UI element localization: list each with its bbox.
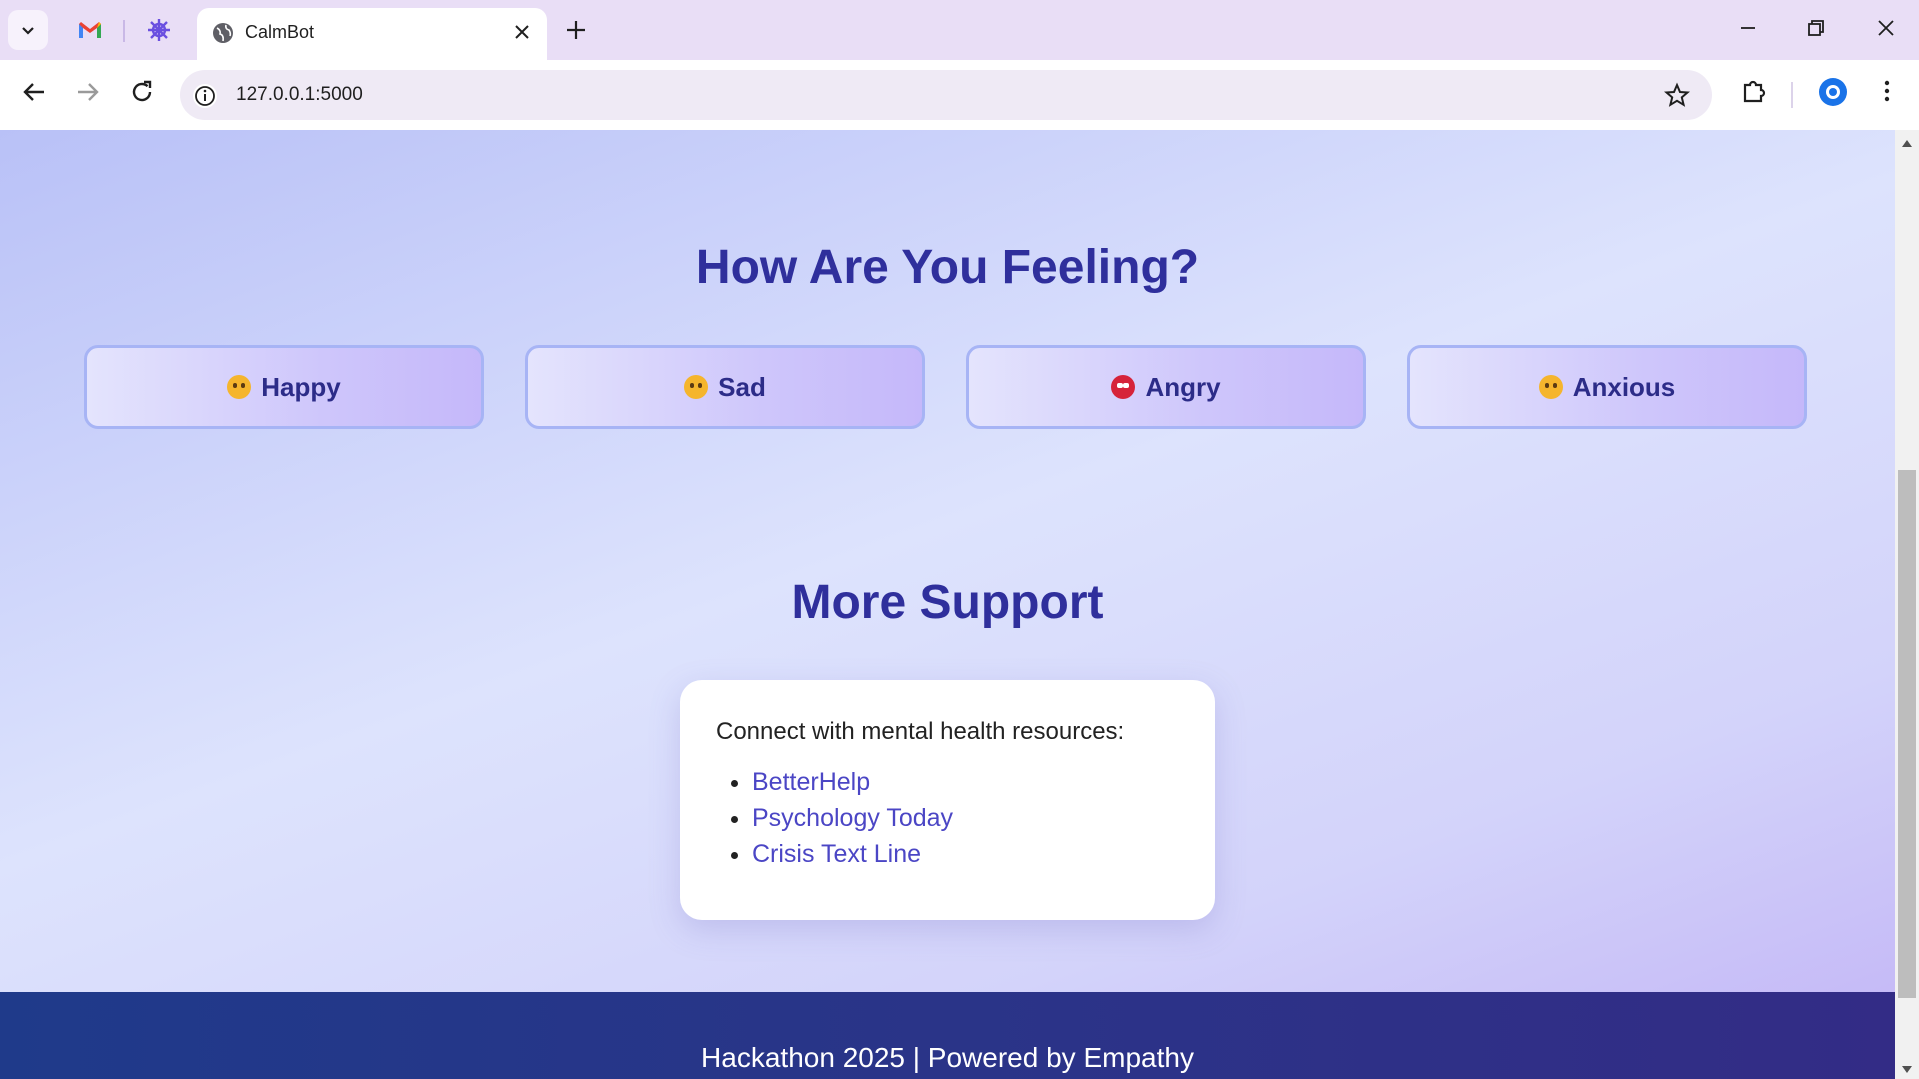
support-intro-text: Connect with mental health resources: xyxy=(716,718,1125,745)
crying-face-icon xyxy=(684,375,709,399)
close-tab-icon[interactable] xyxy=(511,21,533,43)
perplexity-icon xyxy=(148,19,170,41)
scrollbar-thumb[interactable] xyxy=(1898,470,1916,998)
site-info-icon[interactable] xyxy=(192,83,218,109)
url-text[interactable]: 127.0.0.1:5000 xyxy=(236,84,363,106)
new-tab-icon[interactable] xyxy=(562,16,590,44)
page-footer: Hackathon 2025 | Powered by Empathy xyxy=(0,992,1895,1079)
browser-toolbar: 127.0.0.1:5000 xyxy=(0,60,1919,130)
pinned-tab-perplexity[interactable] xyxy=(141,12,177,48)
resource-link-psychology-today[interactable]: Psychology Today xyxy=(752,804,953,832)
reload-icon[interactable] xyxy=(128,78,156,106)
close-window-icon[interactable] xyxy=(1874,16,1898,40)
mood-button-label: Angry xyxy=(1145,371,1221,402)
scroll-up-arrow-icon[interactable] xyxy=(1901,138,1913,148)
tab-strip: CalmBot xyxy=(0,0,1919,60)
profile-avatar-icon[interactable] xyxy=(1818,77,1848,107)
scroll-down-arrow-icon[interactable] xyxy=(1901,1065,1913,1075)
tab-title: CalmBot xyxy=(245,22,315,42)
angry-face-icon xyxy=(1111,375,1136,399)
globe-icon xyxy=(213,23,233,43)
forward-arrow-icon[interactable] xyxy=(74,78,102,106)
toolbar-separator xyxy=(1791,82,1793,108)
chevron-down-icon xyxy=(22,27,34,35)
back-arrow-icon[interactable] xyxy=(20,78,48,106)
footer-text: Hackathon 2025 | Powered by Empathy xyxy=(701,1042,1194,1073)
resource-link-betterhelp[interactable]: BetterHelp xyxy=(752,768,870,796)
list-item: Psychology Today xyxy=(752,800,1181,836)
page-content: How Are You Feeling? Happy Sad Angry Anx… xyxy=(0,130,1895,1079)
mood-button-happy[interactable]: Happy xyxy=(84,345,484,429)
active-tab[interactable]: CalmBot xyxy=(197,8,547,60)
vertical-scrollbar[interactable] xyxy=(1895,130,1919,1079)
support-section-title: More Support xyxy=(791,576,1104,629)
smiling-face-icon xyxy=(227,375,252,399)
browser-menu-icon[interactable] xyxy=(1874,77,1900,105)
mood-button-sad[interactable]: Sad xyxy=(525,345,925,429)
address-bar[interactable]: 127.0.0.1:5000 xyxy=(180,70,1712,120)
resource-link-crisis-text-line[interactable]: Crisis Text Line xyxy=(752,840,921,868)
minimize-icon[interactable] xyxy=(1736,16,1760,40)
tab-search-button[interactable] xyxy=(8,10,48,50)
mood-button-label: Happy xyxy=(261,371,341,402)
worried-face-icon xyxy=(1538,375,1563,399)
mood-section-title: How Are You Feeling? xyxy=(695,241,1200,294)
bookmark-star-icon[interactable] xyxy=(1664,82,1690,108)
resource-list: BetterHelp Psychology Today Crisis Text … xyxy=(716,764,1181,872)
list-item: BetterHelp xyxy=(752,764,1181,800)
mood-button-anxious[interactable]: Anxious xyxy=(1407,345,1807,429)
extensions-puzzle-icon[interactable] xyxy=(1740,77,1768,105)
mood-button-label: Sad xyxy=(718,371,766,402)
mood-button-label: Anxious xyxy=(1572,371,1676,402)
restore-icon[interactable] xyxy=(1804,16,1828,40)
gmail-icon xyxy=(79,22,101,38)
pinned-tab-gmail[interactable] xyxy=(72,12,108,48)
tab-separator xyxy=(123,20,125,42)
support-card: Connect with mental health resources: Be… xyxy=(680,680,1215,920)
mood-button-angry[interactable]: Angry xyxy=(966,345,1366,429)
list-item: Crisis Text Line xyxy=(752,836,1181,872)
